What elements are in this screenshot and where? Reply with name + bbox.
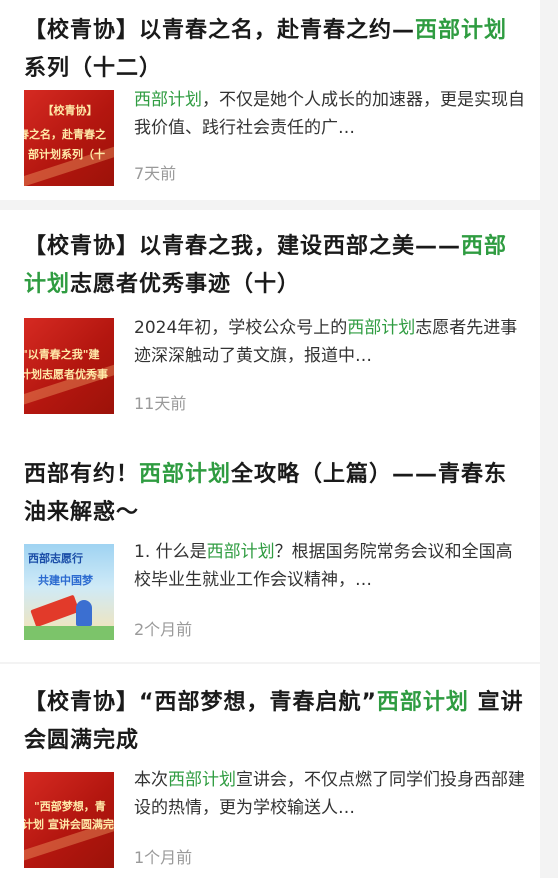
article-title[interactable]: 【校青协】以青春之名，赴青春之约—西部计划系列（十二） bbox=[24, 12, 524, 88]
article-title[interactable]: 西部有约！西部计划全攻略（上篇）——青春东油来解惑～ bbox=[24, 456, 524, 532]
article-title[interactable]: 【校青协】以青春之我，建设西部之美——西部计划志愿者优秀事迹（十） bbox=[24, 228, 524, 304]
article-summary: 本次西部计划宣讲会，不仅点燃了同学们投身西部建设的热情，更为学校输送人… bbox=[134, 770, 525, 818]
article-thumbnail[interactable]: 【校青协】 春之名，赴青春之 部计划系列（十 bbox=[24, 90, 114, 186]
article-time: 11天前 bbox=[134, 394, 187, 413]
article-card[interactable]: 【校青协】以青春之我，建设西部之美——西部计划志愿者优秀事迹（十） "以青春之我… bbox=[0, 210, 540, 440]
article-card[interactable]: 【校青协】以青春之名，赴青春之约—西部计划系列（十二） 【校青协】 春之名，赴青… bbox=[0, 0, 540, 200]
article-summary: 西部计划，不仅是她个人成长的加速器，更是实现自我价值、践行社会责任的广… bbox=[134, 90, 525, 138]
article-thumbnail[interactable]: 西部志愿行 共建中国梦 bbox=[24, 544, 114, 640]
article-time: 7天前 bbox=[134, 164, 177, 183]
search-results-feed: 【校青协】以青春之名，赴青春之约—西部计划系列（十二） 【校青协】 春之名，赴青… bbox=[0, 0, 558, 878]
article-card[interactable]: 西部有约！西部计划全攻略（上篇）——青春东油来解惑～ 西部志愿行 共建中国梦 1… bbox=[0, 440, 540, 662]
article-time: 1个月前 bbox=[134, 848, 193, 867]
article-thumbnail[interactable]: "以青春之我"建 计划志愿者优秀事 bbox=[24, 318, 114, 414]
article-summary: 2024年初，学校公众号上的西部计划志愿者先进事迹深深触动了黄文旗，报道中… bbox=[134, 318, 518, 366]
article-card[interactable]: 【校青协】“西部梦想，青春启航”西部计划 宣讲会圆满完成 "西部梦想，青 计划 … bbox=[0, 664, 540, 878]
article-thumbnail[interactable]: "西部梦想，青 计划 宣讲会圆满完 bbox=[24, 772, 114, 868]
article-summary: 1. 什么是西部计划？根据国务院常务会议和全国高校毕业生就业工作会议精神，… bbox=[134, 542, 513, 590]
article-title[interactable]: 【校青协】“西部梦想，青春启航”西部计划 宣讲会圆满完成 bbox=[24, 684, 524, 760]
article-time: 2个月前 bbox=[134, 620, 193, 639]
